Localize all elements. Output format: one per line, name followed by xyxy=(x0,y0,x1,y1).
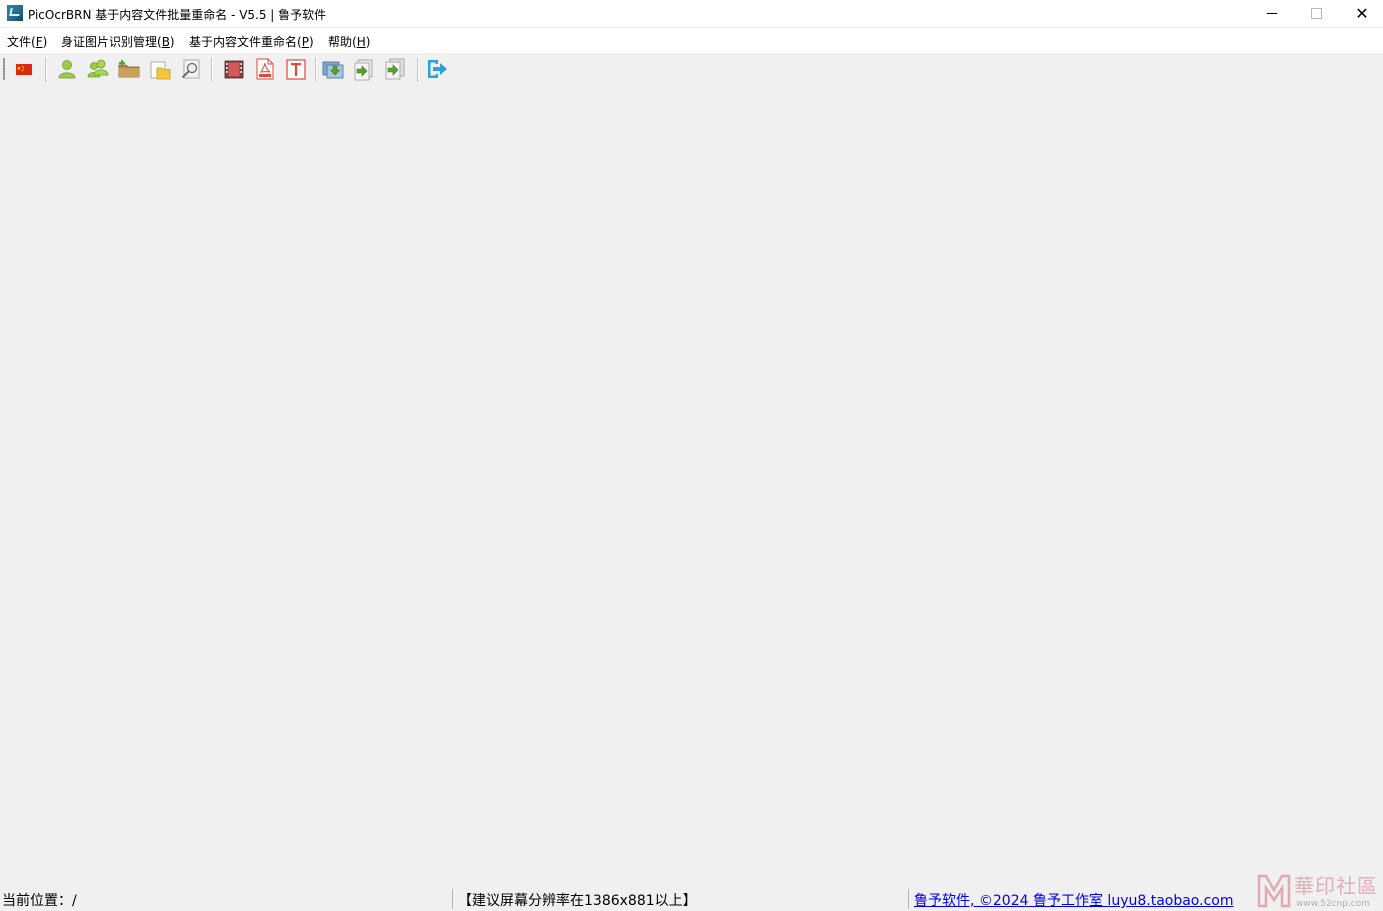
exit-button[interactable] xyxy=(425,57,449,81)
menu-help-accel: H xyxy=(356,35,366,49)
menu-help-label: 帮助( xyxy=(328,35,357,49)
watermark-logo-icon xyxy=(1257,874,1291,908)
menu-content-rename-label: 基于内容文件重命名( xyxy=(189,35,302,49)
menu-file-accel: F xyxy=(35,35,43,49)
text-file-icon xyxy=(286,59,306,80)
menu-file-tail: ) xyxy=(42,35,48,49)
menu-id-image-label: 身证图片识别管理( xyxy=(61,35,162,49)
user-icon xyxy=(58,60,76,79)
menu-file-label: 文件( xyxy=(7,35,36,49)
batch-export-button[interactable] xyxy=(383,57,407,81)
minimize-button[interactable] xyxy=(1249,0,1295,27)
close-button[interactable]: ✕ xyxy=(1339,0,1383,27)
toolbar xyxy=(0,52,1383,87)
search-document-button[interactable] xyxy=(179,57,203,81)
toolbar-grip[interactable] xyxy=(3,58,5,80)
menu-help-tail: ) xyxy=(365,35,371,49)
multi-user-button[interactable] xyxy=(86,57,110,81)
single-user-button[interactable] xyxy=(55,57,79,81)
menu-content-rename[interactable]: 基于内容文件重命名(P) xyxy=(189,33,314,50)
title-bar[interactable]: PicOcrBRN 基于内容文件批量重命名 - V5.5 | 鲁予软件 ✕ xyxy=(0,0,1383,27)
status-divider xyxy=(908,889,909,909)
watermark: 華印社區 www.52cnp.com xyxy=(1256,868,1381,910)
search-document-icon xyxy=(181,59,200,79)
minimize-icon xyxy=(1267,13,1277,14)
users-icon xyxy=(87,59,109,78)
text-file-button[interactable] xyxy=(284,57,308,81)
export-right-icon xyxy=(354,59,373,81)
exit-icon xyxy=(428,60,447,78)
add-folder-icon xyxy=(118,60,140,78)
close-icon: ✕ xyxy=(1355,3,1369,23)
menu-id-image-accel: B xyxy=(161,35,170,49)
toolbar-separator xyxy=(315,57,317,82)
maximize-button[interactable] xyxy=(1293,0,1339,27)
menu-id-image[interactable]: 身证图片识别管理(B) xyxy=(61,33,175,50)
copyright-link[interactable]: 鲁予软件, ©2024 鲁予工作室 luyu8.taobao.com xyxy=(914,890,1233,910)
toolbar-separator xyxy=(45,57,47,82)
pdf-button[interactable] xyxy=(253,57,277,81)
menu-bar: 文件(F) 身证图片识别管理(B) 基于内容文件重命名(P) 帮助(H) xyxy=(0,28,1383,52)
film-icon xyxy=(224,60,244,79)
add-folder-button[interactable] xyxy=(117,57,141,81)
status-divider xyxy=(452,889,453,909)
import-images-button[interactable] xyxy=(321,57,345,81)
toolbar-separator xyxy=(417,57,419,82)
pdf-icon xyxy=(256,58,274,80)
open-folder-icon xyxy=(150,61,171,80)
current-location: 当前位置：/ xyxy=(2,893,77,909)
resolution-hint: 【建议屏幕分辨率在1386x881以上】 xyxy=(458,893,697,909)
menu-file[interactable]: 文件(F) xyxy=(7,33,47,50)
app-window: PicOcrBRN 基于内容文件批量重命名 - V5.5 | 鲁予软件 ✕ 文件… xyxy=(0,0,1383,911)
watermark-url: www.52cnp.com xyxy=(1296,899,1371,909)
app-logo-icon xyxy=(7,5,23,21)
language-button[interactable] xyxy=(12,57,36,81)
menu-id-image-tail: ) xyxy=(169,35,175,49)
toolbar-separator xyxy=(211,57,213,82)
menu-content-rename-tail: ) xyxy=(308,35,314,49)
watermark-text: 華印社區 xyxy=(1294,874,1378,898)
china-flag-icon xyxy=(16,64,32,75)
menu-content-rename-accel: P xyxy=(301,35,309,49)
maximize-icon xyxy=(1310,8,1322,19)
import-images-icon xyxy=(322,61,344,79)
open-folder-button[interactable] xyxy=(148,57,172,81)
menu-help[interactable]: 帮助(H) xyxy=(328,33,370,50)
export-batch-icon xyxy=(385,58,405,80)
video-button[interactable] xyxy=(222,57,246,81)
window-title: PicOcrBRN 基于内容文件批量重命名 - V5.5 | 鲁予软件 xyxy=(28,8,327,22)
status-bar: 当前位置：/ 【建议屏幕分辨率在1386x881以上】 鲁予软件, ©2024 … xyxy=(0,886,1383,911)
main-content-area xyxy=(0,86,1383,886)
export-button[interactable] xyxy=(352,57,376,81)
